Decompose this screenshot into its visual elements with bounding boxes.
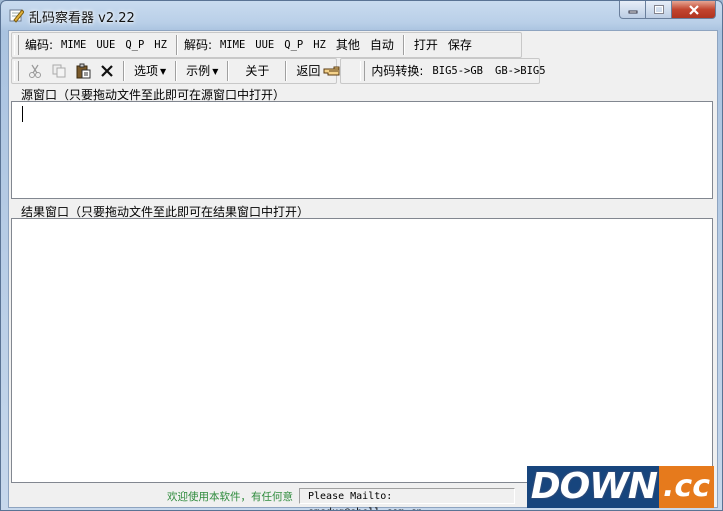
- decode-auto-button[interactable]: 自动: [365, 34, 399, 56]
- maximize-icon: [653, 4, 664, 14]
- options-menu-button[interactable]: 选项 ▼: [129, 60, 171, 82]
- paste-icon: [76, 63, 91, 79]
- copy-button[interactable]: [47, 60, 71, 82]
- minimize-button[interactable]: [619, 1, 646, 19]
- decode-label: 解码:: [183, 38, 212, 52]
- encode-decode-toolbar: 编码: MIME UUE Q_P HZ 解码: MIME UUE Q_P HZ …: [12, 33, 477, 57]
- title-bar[interactable]: 乱码察看器 v2.22: [1, 1, 722, 29]
- minimize-icon: [628, 10, 637, 13]
- decode-qp-button[interactable]: Q_P: [279, 34, 308, 56]
- text-cursor: [22, 106, 23, 122]
- pointing-hand-icon: [323, 66, 340, 76]
- watermark-down-text: DOWN: [526, 466, 660, 508]
- decode-hz-button[interactable]: HZ: [308, 34, 331, 56]
- back-label: 返回: [296, 64, 321, 78]
- paste-button[interactable]: [71, 60, 95, 82]
- window-title: 乱码察看器 v2.22: [29, 11, 135, 26]
- source-textarea[interactable]: [11, 101, 713, 199]
- about-button[interactable]: 关于: [233, 60, 281, 82]
- delete-icon: [101, 65, 113, 77]
- encode-mime-button[interactable]: MIME: [56, 34, 91, 56]
- toolbar-separator: [285, 61, 288, 81]
- edit-toolbar: 选项 ▼ 示例 ▼ 关于 返回 内码转换: BIG5->GB GB->BIG5: [12, 59, 552, 83]
- examples-menu-button[interactable]: 示例 ▼: [181, 60, 223, 82]
- result-textarea[interactable]: [11, 218, 713, 483]
- encode-qp-button[interactable]: Q_P: [120, 34, 149, 56]
- status-mailto-text: Please Mailto: smsdxq@sbell.com.cn: [299, 488, 515, 510]
- toolbar-separator: [175, 61, 178, 81]
- toolbar-grip[interactable]: [14, 35, 19, 55]
- convert-label: 内码转换:: [371, 64, 424, 78]
- app-pencil-icon: [9, 9, 24, 23]
- toolbar-grip[interactable]: [14, 61, 19, 81]
- open-button[interactable]: 打开: [409, 34, 443, 56]
- maximize-button[interactable]: [646, 1, 672, 19]
- cut-icon: [29, 64, 41, 78]
- decode-other-button[interactable]: 其他: [331, 34, 365, 56]
- status-welcome-text: 欢迎使用本软件，有任何意: [167, 490, 293, 503]
- toolbar-separator: [402, 35, 405, 55]
- decode-uue-button[interactable]: UUE: [250, 34, 279, 56]
- cut-button[interactable]: [23, 60, 47, 82]
- toolbar-separator: [123, 61, 125, 81]
- app-window: 乱码察看器 v2.22 编码: MIME UUE Q_P HZ 解码: MIME: [0, 0, 723, 511]
- dropdown-arrow-icon: ▼: [160, 66, 167, 76]
- big5-to-gb-button[interactable]: BIG5->GB: [426, 60, 489, 82]
- gb-to-big5-button[interactable]: GB->BIG5: [489, 60, 552, 82]
- encode-uue-button[interactable]: UUE: [91, 34, 120, 56]
- client-area: 编码: MIME UUE Q_P HZ 解码: MIME UUE Q_P HZ …: [8, 30, 718, 510]
- copy-icon: [52, 64, 66, 78]
- close-icon: [688, 4, 699, 15]
- watermark-logo: DOWN .cc: [526, 464, 714, 508]
- examples-label: 示例: [186, 64, 211, 78]
- encode-label: 编码:: [25, 38, 54, 52]
- toolbar-separator: [175, 35, 178, 55]
- save-button[interactable]: 保存: [443, 34, 477, 56]
- back-button[interactable]: 返回: [291, 60, 346, 82]
- decode-mime-button[interactable]: MIME: [215, 34, 250, 56]
- toolbar-grip[interactable]: [360, 61, 366, 81]
- toolbar-separator: [227, 61, 230, 81]
- encode-hz-button[interactable]: HZ: [149, 34, 172, 56]
- close-button[interactable]: [672, 1, 716, 19]
- watermark-cc-text: .cc: [659, 466, 714, 508]
- dropdown-arrow-icon: ▼: [212, 66, 219, 76]
- options-label: 选项: [134, 64, 159, 78]
- delete-button[interactable]: [95, 60, 119, 82]
